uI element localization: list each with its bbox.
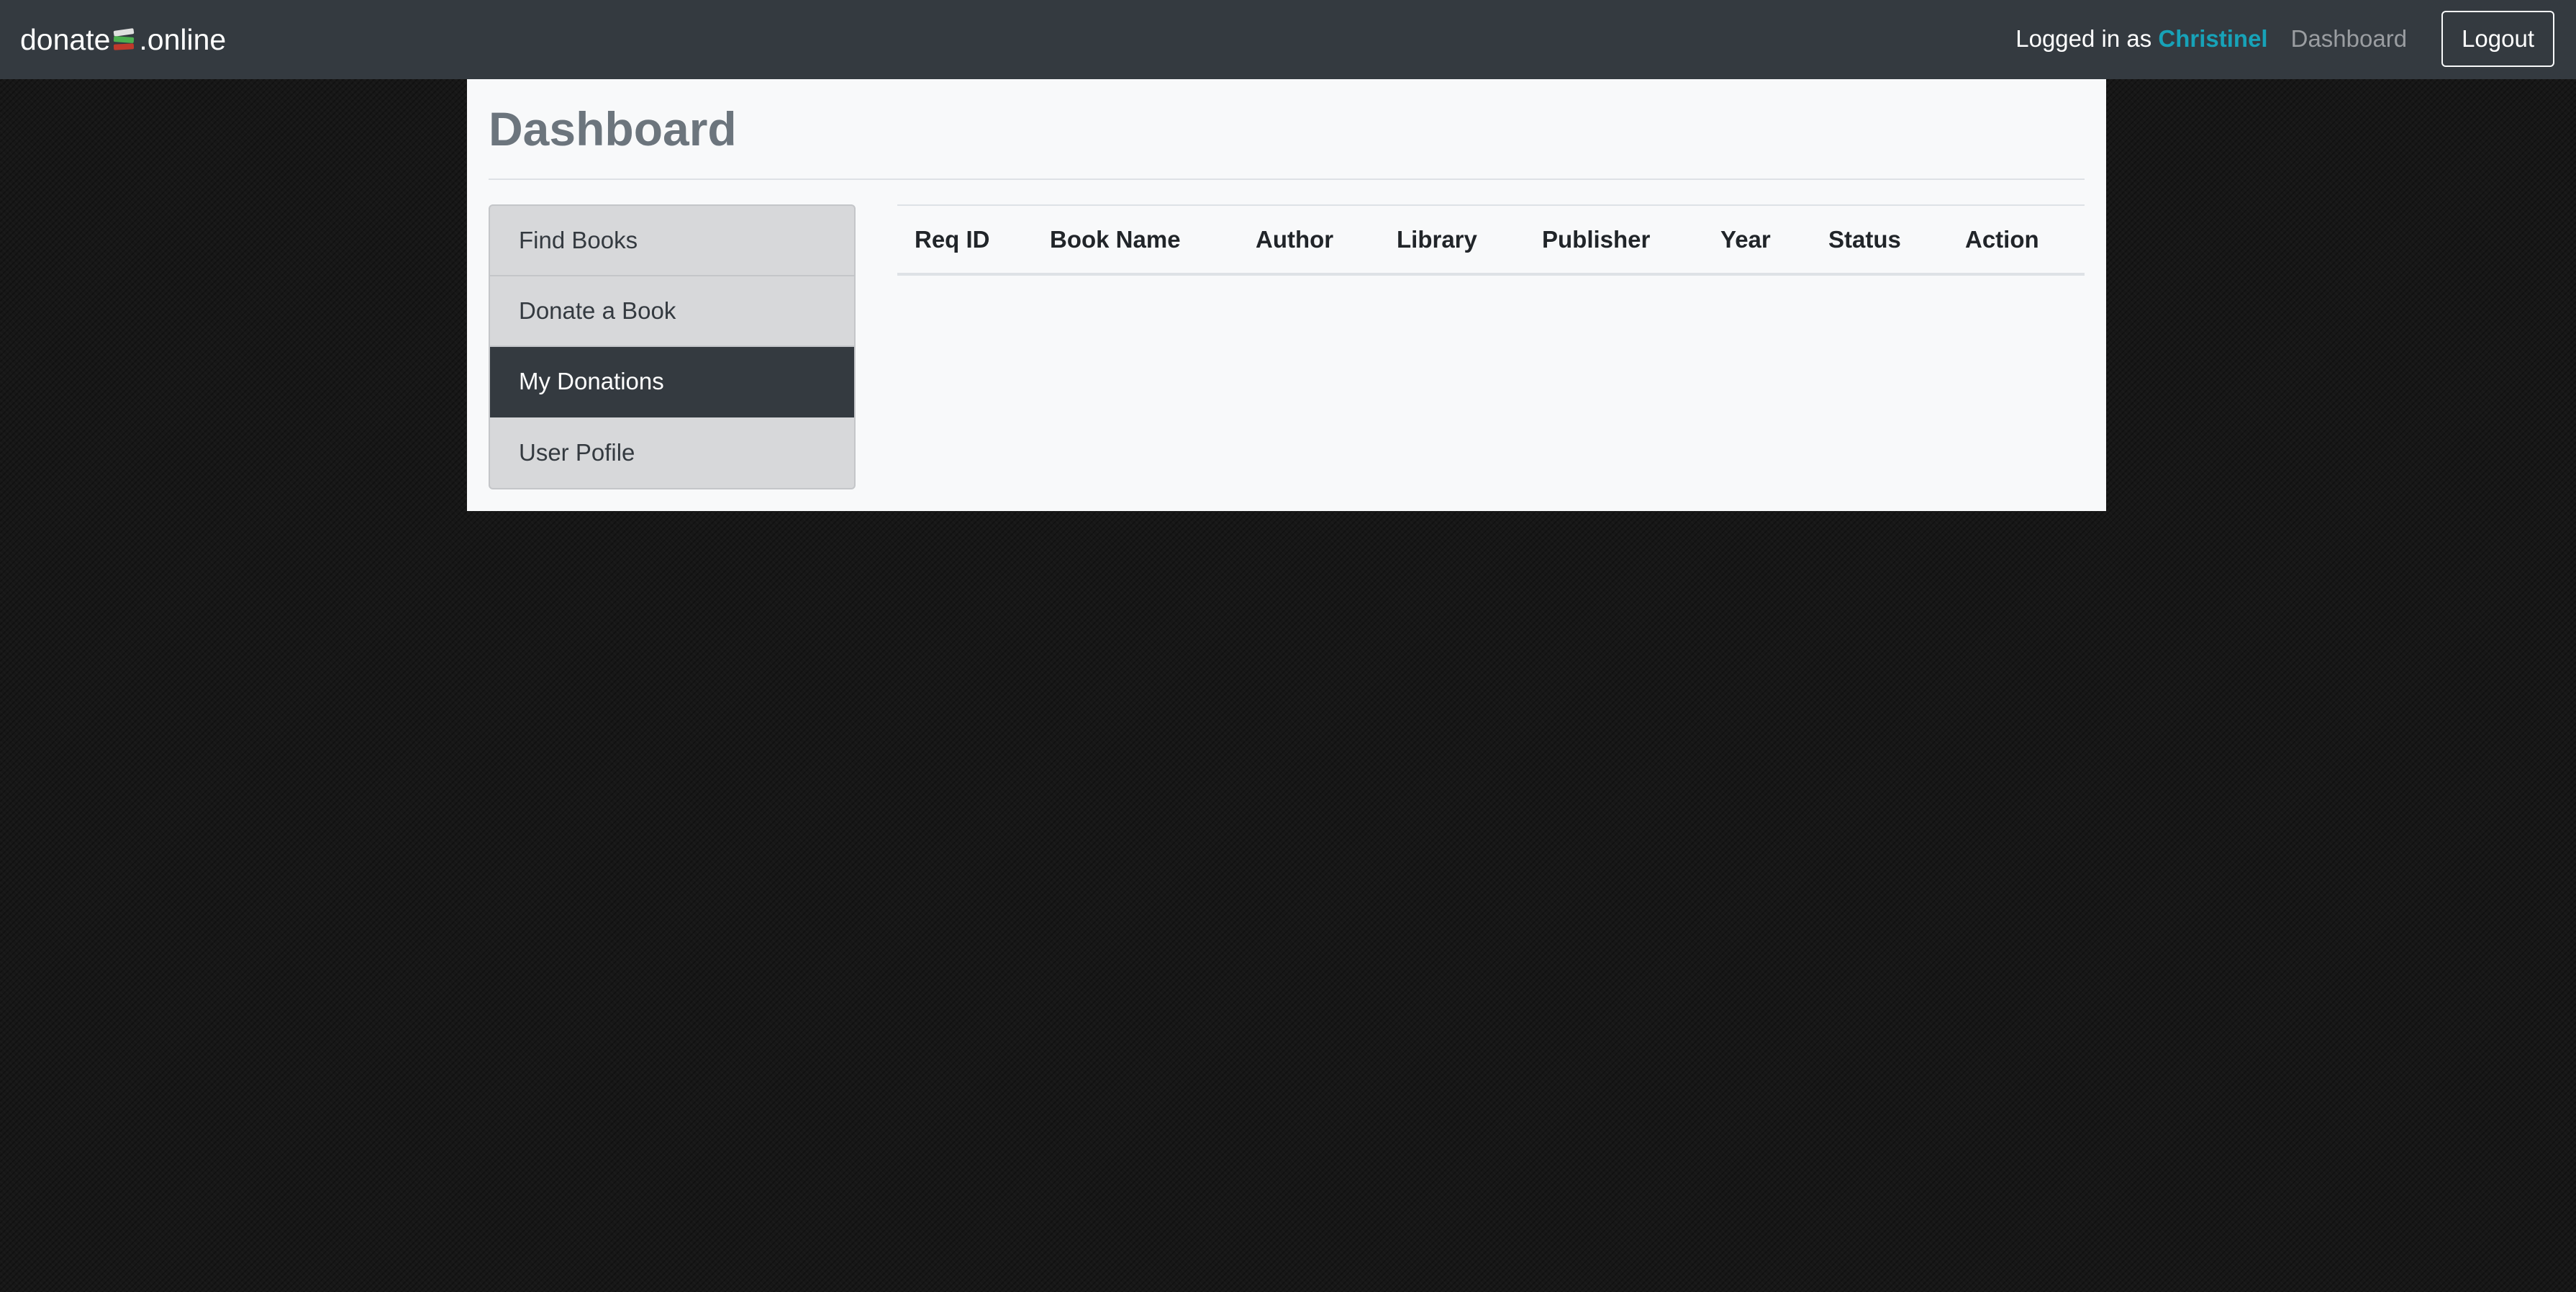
books-icon: [112, 25, 137, 54]
column-header-req-id: Req ID: [897, 204, 1033, 276]
column-header-status: Status: [1811, 204, 1948, 276]
column-header-action: Action: [1948, 204, 2085, 276]
donations-table: Req ID Book Name Author Library Publishe…: [897, 204, 2085, 276]
column-header-library: Library: [1379, 204, 1525, 276]
brand-prefix: donate: [20, 22, 111, 56]
table-header-row: Req ID Book Name Author Library Publishe…: [897, 204, 2085, 276]
sidebar-item-donate-a-book[interactable]: Donate a Book: [490, 276, 854, 347]
sidebar-menu: Find Books Donate a Book My Donations Us…: [489, 204, 856, 489]
logout-button[interactable]: Logout: [2441, 11, 2554, 67]
donations-table-wrap: Req ID Book Name Author Library Publishe…: [897, 204, 2085, 276]
nav-dashboard-link[interactable]: Dashboard: [2291, 25, 2407, 53]
sidebar-item-my-donations[interactable]: My Donations: [490, 347, 854, 417]
brand-logo[interactable]: donate .online: [20, 19, 226, 60]
column-header-publisher: Publisher: [1525, 204, 1703, 276]
title-divider: [489, 179, 2085, 180]
column-header-author: Author: [1238, 204, 1379, 276]
sidebar-item-find-books[interactable]: Find Books: [490, 206, 854, 276]
logged-in-prefix: Logged in as: [2015, 25, 2159, 52]
username: Christinel: [2158, 25, 2268, 52]
nav-right: Logged in as Christinel Dashboard Logout: [2015, 10, 2554, 68]
sidebar-item-user-profile[interactable]: User Pofile: [490, 417, 854, 488]
main-container: Dashboard Find Books Donate a Book My Do…: [467, 79, 2106, 511]
top-navbar: donate .online Logged in as Christinel D…: [0, 0, 2576, 79]
brand-suffix: .online: [139, 22, 227, 56]
column-header-year: Year: [1703, 204, 1811, 276]
page-title: Dashboard: [489, 102, 737, 155]
column-header-book-name: Book Name: [1033, 204, 1238, 276]
logged-in-status: Logged in as Christinel: [2015, 25, 2267, 53]
